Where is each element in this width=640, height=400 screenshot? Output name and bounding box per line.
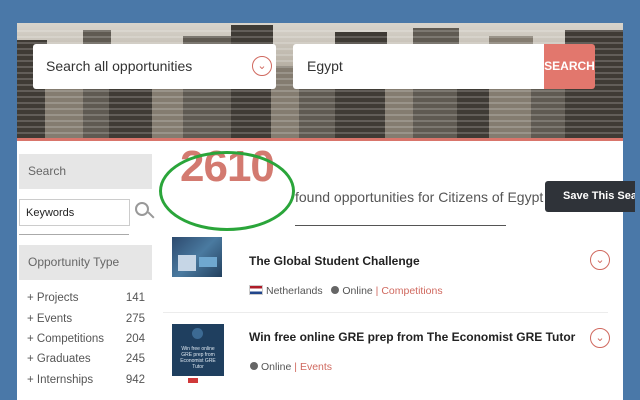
type-label: + Graduates [27,353,91,365]
type-label: + Events [27,313,73,325]
filter-sidebar: Search Keywords Opportunity Type + Proje… [17,153,157,400]
keywords-input[interactable]: Keywords [19,199,130,226]
type-count: 204 [125,333,145,345]
type-filter-graduates[interactable]: + Graduates 245 [27,353,145,371]
card-meta: Online | Events [250,361,332,373]
type-filter-events[interactable]: + Events 275 [27,313,145,331]
type-label: + Projects [27,292,79,304]
globe-icon [331,286,340,294]
search-heading: Search [19,154,152,189]
keywords-underline [19,234,129,235]
search-placeholder: Search all opportunities [46,58,193,74]
card-title[interactable]: The Global Student Challenge [249,254,420,268]
card-mode: Online [342,285,373,297]
card-divider [163,312,608,313]
thumbnail-caption: Win free online GRE prep from Economist … [180,346,216,370]
card-thumbnail[interactable] [172,237,222,277]
opportunity-type-heading[interactable]: Opportunity Type [19,245,152,280]
opportunity-search-input[interactable]: Search all opportunities ⌄ [33,44,276,89]
card-category-link[interactable]: Competitions [381,285,442,297]
search-icon[interactable] [135,202,149,216]
type-filter-competitions[interactable]: + Competitions 204 [27,333,145,351]
location-input[interactable]: Egypt [293,44,544,89]
economist-logo [188,378,198,383]
type-filter-internships[interactable]: + Internships 942 [27,374,145,392]
card-category-link[interactable]: Events [300,361,332,373]
hero-banner: Search all opportunities ⌄ Egypt SEARCH [17,23,623,140]
hero-divider [17,138,623,141]
card-thumbnail[interactable]: Win free online GRE prep from Economist … [172,324,224,376]
save-search-button[interactable]: Save This Sear [545,181,635,212]
type-filter-projects[interactable]: + Projects 141 [27,292,145,310]
results-underline [295,225,506,226]
highlight-oval [159,151,295,231]
netherlands-flag-icon [249,285,263,295]
location-value: Egypt [307,58,343,74]
type-count: 141 [125,292,145,304]
type-count: 942 [125,374,145,386]
globe-icon [250,362,258,370]
type-count: 275 [125,313,145,325]
type-label: + Competitions [27,333,105,345]
chevron-down-icon[interactable]: ⌄ [252,56,272,76]
card-country: Netherlands [266,285,323,297]
search-button[interactable]: SEARCH [544,44,595,89]
type-count: 245 [125,353,145,365]
search-icon-handle [147,211,155,219]
chevron-down-icon[interactable]: ⌄ [590,250,610,270]
results-description: found opportunities for Citizens of Egyp… [295,189,544,205]
card-title[interactable]: Win free online GRE prep from The Econom… [249,330,575,344]
chevron-down-icon[interactable]: ⌄ [590,328,610,348]
card-mode: Online [261,361,292,373]
card-meta: Netherlands Online | Competitions [249,285,443,297]
type-label: + Internships [27,374,94,386]
